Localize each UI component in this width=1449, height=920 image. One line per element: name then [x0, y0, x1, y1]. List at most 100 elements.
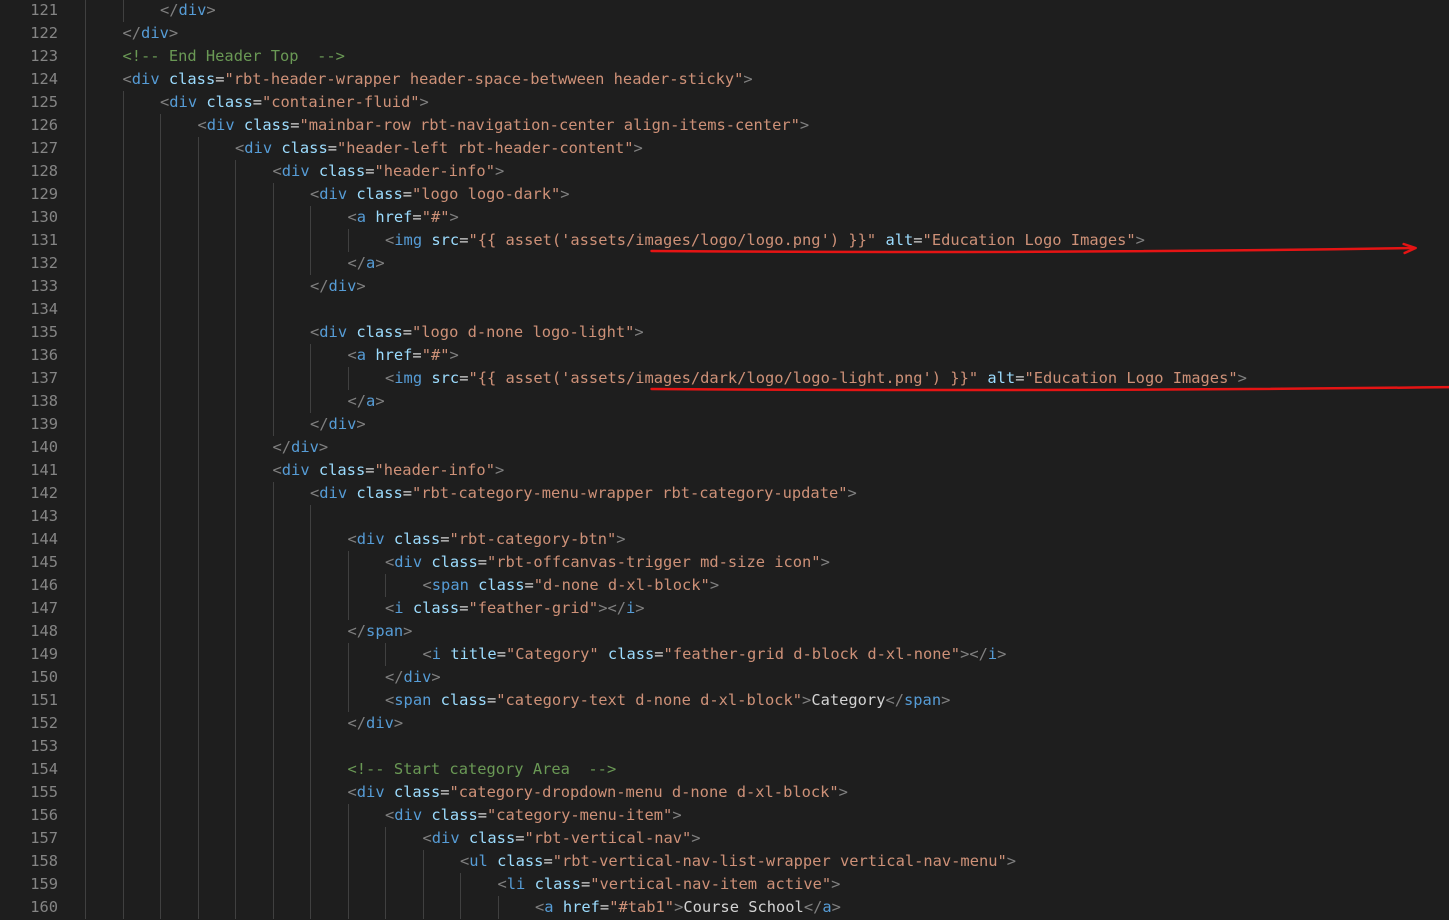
indent-guide	[385, 827, 386, 850]
code-line[interactable]: 157 <div class="rbt-vertical-nav">	[0, 827, 1449, 850]
indent-guide	[160, 252, 161, 275]
indent-guide	[385, 643, 386, 666]
code-token: >	[403, 622, 413, 640]
code-line[interactable]: 139 </div>	[0, 413, 1449, 436]
code-line[interactable]: 124 <div class="rbt-header-wrapper header…	[0, 68, 1449, 91]
code-line[interactable]: 122 </div>	[0, 22, 1449, 45]
indent-guide	[160, 781, 161, 804]
code-line[interactable]: 156 <div class="category-menu-item">	[0, 804, 1449, 827]
code-line[interactable]: 138 </a>	[0, 390, 1449, 413]
code-line[interactable]: 144 <div class="rbt-category-btn">	[0, 528, 1449, 551]
code-line[interactable]: 159 <li class="vertical-nav-item active">	[0, 873, 1449, 896]
code-token: div	[244, 139, 273, 157]
code-token: "container-fluid"	[262, 93, 420, 111]
code-token: "Education Logo Images"	[922, 231, 1136, 249]
code-line[interactable]: 146 <span class="d-none d-xl-block">	[0, 574, 1449, 597]
indent-guide	[272, 896, 274, 919]
code-token: >	[941, 691, 951, 709]
indent-guide	[160, 528, 161, 551]
code-line[interactable]: 141 <div class="header-info">	[0, 459, 1449, 482]
code-token: class	[356, 484, 403, 502]
code-line[interactable]: 147 <i class="feather-grid"></i>	[0, 597, 1449, 620]
code-token: class	[206, 93, 253, 111]
code-token: li	[506, 875, 526, 893]
code-line[interactable]: 158 <ul class="rbt-vertical-nav-list-wrap…	[0, 850, 1449, 873]
code-token: >	[356, 415, 366, 433]
code-line[interactable]: 143	[0, 505, 1449, 528]
indent-guide	[310, 344, 311, 367]
code-token: <	[347, 346, 357, 364]
line-number: 124	[30, 70, 58, 88]
code-line[interactable]: 160 <a href="#tab1">Course School</a>	[0, 896, 1449, 919]
code-line[interactable]: 135 <div class="logo d-none logo-light">	[0, 321, 1449, 344]
indent-guide	[310, 528, 311, 551]
code-line[interactable]: 155 <div class="category-dropdown-menu d-…	[0, 781, 1449, 804]
indent-guide	[85, 390, 86, 413]
indent-guide	[197, 390, 199, 413]
code-line[interactable]: 149 <i title="Category" class="feather-gr…	[0, 643, 1449, 666]
code-lines[interactable]: 120</div>121</div>122</div>123<!-- End H…	[0, 0, 1449, 919]
code-editor[interactable]: 120</div>121</div>122</div>123<!-- End H…	[0, 0, 1449, 920]
code-token: >	[616, 530, 626, 548]
code-line[interactable]: 123 <!-- End Header Top -->	[0, 45, 1449, 68]
indent-guide	[197, 574, 199, 597]
indent-guide	[272, 505, 274, 528]
code-line[interactable]: 126 <div class="mainbar-row rbt-navigatio…	[0, 114, 1449, 137]
code-line[interactable]: 121 </div>	[0, 0, 1449, 22]
code-line[interactable]: 134	[0, 298, 1449, 321]
code-line[interactable]: 137 <img src="{{ asset('assets/images/dar…	[0, 367, 1449, 390]
indent-guide	[85, 620, 86, 643]
code-line[interactable]: 136 <a href="#">	[0, 344, 1449, 367]
code-token: =	[486, 691, 497, 709]
code-token: =	[215, 70, 225, 88]
code-line[interactable]: 153	[0, 735, 1449, 758]
code-line[interactable]: 145 <div class="rbt-offcanvas-trigger md-…	[0, 551, 1449, 574]
code-token: i	[431, 645, 442, 663]
indent-guide	[85, 459, 86, 482]
indent-guide	[160, 390, 161, 413]
code-line[interactable]: 128 <div class="header-info">	[0, 160, 1449, 183]
indent-guide	[85, 298, 86, 321]
code-token: class	[168, 70, 216, 88]
indent-guide	[235, 275, 236, 298]
indent-guide	[85, 551, 86, 574]
code-line[interactable]: 131 <img src = "{{ asset('assets/images/log…	[0, 229, 1449, 252]
indent-guide	[197, 758, 199, 781]
code-token: <	[422, 576, 432, 594]
code-token: <	[272, 461, 282, 479]
indent-guide	[235, 735, 236, 758]
code-line[interactable]: 129 <div class="logo logo-dark">	[0, 183, 1449, 206]
code-token: "category-menu-item"	[487, 806, 673, 824]
code-line[interactable]: 152 </div>	[0, 712, 1449, 735]
indent-guide	[272, 850, 274, 873]
code-token: =	[654, 645, 664, 663]
code-line[interactable]: 148 </span>	[0, 620, 1449, 643]
indent-guide	[235, 321, 236, 344]
code-line[interactable]: 125 <div class="container-fluid">	[0, 91, 1449, 114]
code-token: </	[272, 438, 292, 456]
code-token: "logo logo-dark"	[412, 185, 561, 203]
code-line[interactable]: 130 <a href="#">	[0, 206, 1449, 229]
line-number: 133	[30, 277, 58, 295]
indent-guide	[197, 804, 199, 827]
indent-guide	[160, 827, 161, 850]
code-line[interactable]: 142 <div class="rbt-category-menu-wrapper…	[0, 482, 1449, 505]
code-line[interactable]: 132 </a>	[0, 252, 1449, 275]
code-line[interactable]: 150 </div>	[0, 666, 1449, 689]
indent-guide	[85, 45, 86, 68]
code-line[interactable]: 127 <div class="header-left rbt-header-co…	[0, 137, 1449, 160]
code-token: >	[1237, 369, 1247, 387]
line-number: 143	[30, 507, 58, 525]
code-line[interactable]: 151 <span class="category-text d-none d-x…	[0, 689, 1449, 712]
indent-guide	[235, 551, 236, 574]
indent-guide	[197, 505, 199, 528]
code-line[interactable]: 133 </div>	[0, 275, 1449, 298]
code-line[interactable]: 140 </div>	[0, 436, 1449, 459]
indent-guide	[85, 137, 86, 160]
code-line[interactable]: 154 <!-- Start category Area -->	[0, 758, 1449, 781]
indent-guide	[310, 689, 311, 712]
indent-guide	[197, 436, 199, 459]
